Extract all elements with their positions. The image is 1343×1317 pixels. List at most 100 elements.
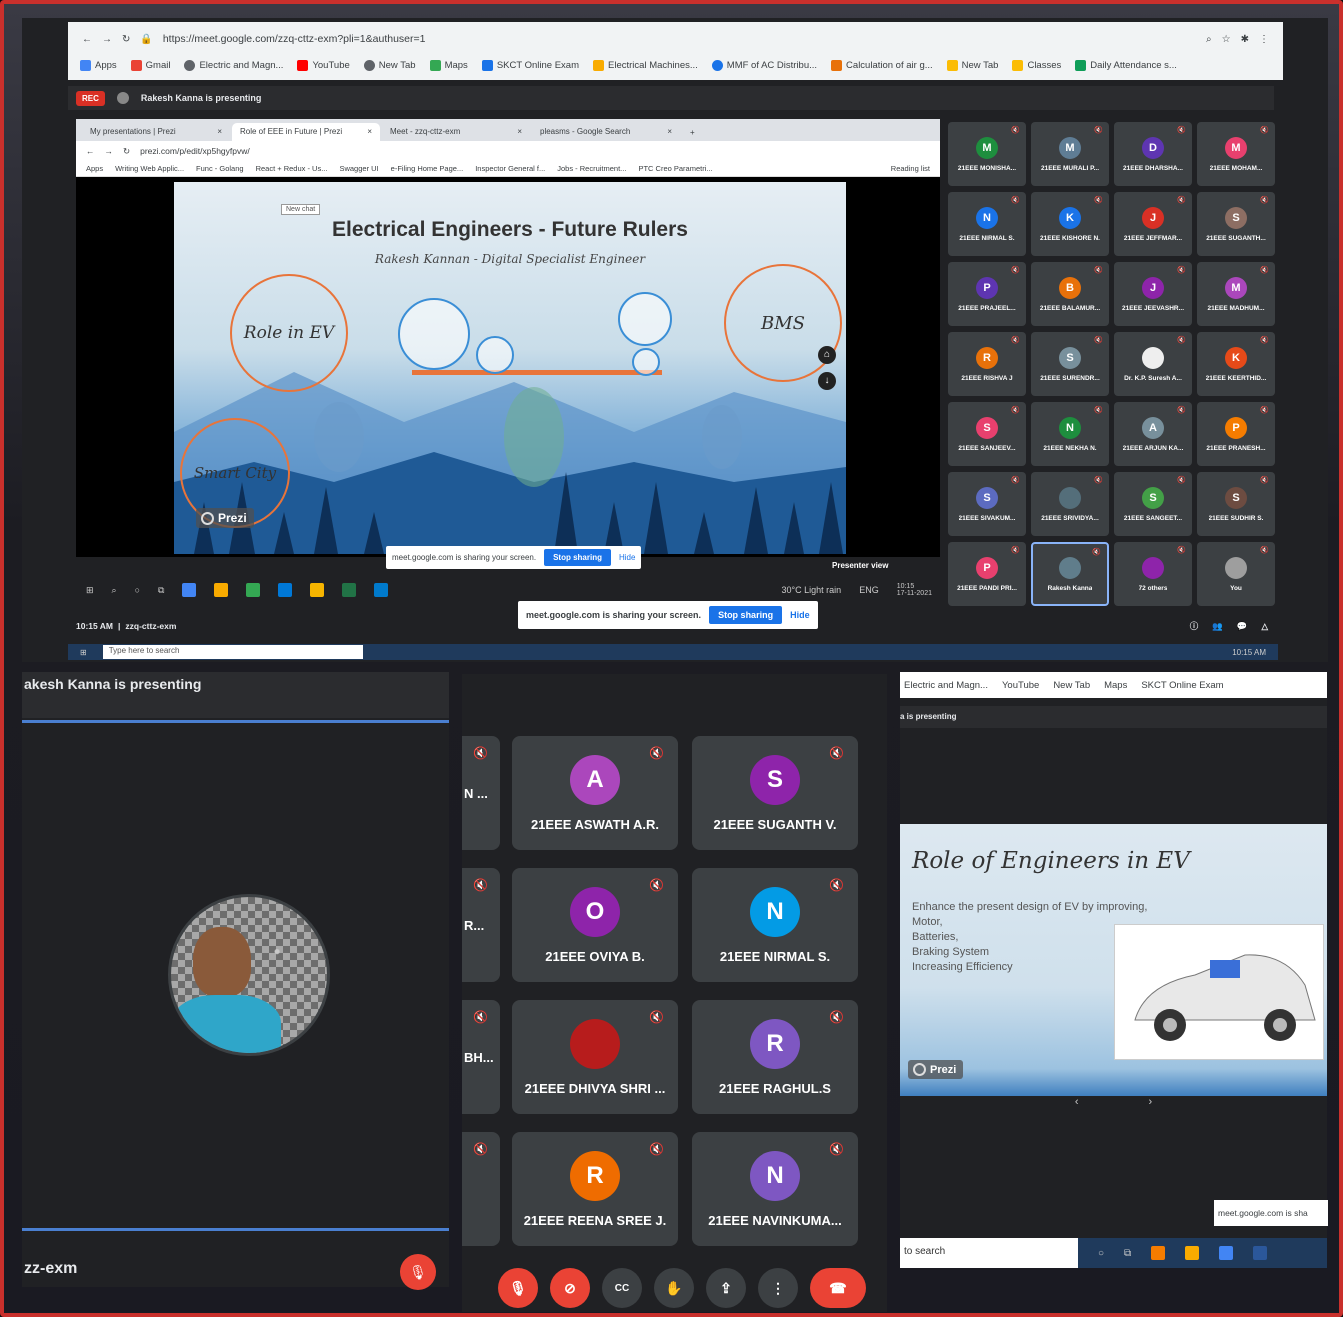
- back-icon[interactable]: ←: [82, 34, 92, 45]
- cut-off-tile[interactable]: R... 🔇: [462, 868, 500, 982]
- menu-icon[interactable]: ⋮: [1259, 34, 1269, 45]
- reload-icon[interactable]: ↻: [122, 34, 130, 45]
- participant-tile[interactable]: 🔇 D 21EEE DHARSHA...: [1114, 122, 1192, 186]
- participant-tile[interactable]: 🔇 You: [1197, 542, 1275, 606]
- more-options-button[interactable]: ⋮: [758, 1268, 798, 1308]
- topic-circle-bms[interactable]: BMS: [724, 264, 842, 382]
- stop-sharing-button[interactable]: Stop sharing: [544, 549, 611, 566]
- slide-thumbnail[interactable]: [476, 336, 514, 374]
- taskbar-search[interactable]: to search: [900, 1238, 1078, 1268]
- url-text[interactable]: https://meet.google.com/zzq-cttz-exm?pli…: [163, 33, 1196, 45]
- participant-tile[interactable]: 🔇 A 21EEE ARJUN KA...: [1114, 402, 1192, 466]
- close-icon[interactable]: ×: [217, 127, 222, 137]
- participant-tile[interactable]: 🔇 K 21EEE KEERTHID...: [1197, 332, 1275, 396]
- chrome-icon[interactable]: [182, 583, 197, 597]
- bookmark-maps[interactable]: Maps: [429, 59, 468, 71]
- bookmark-gmail[interactable]: Gmail: [130, 59, 170, 71]
- participant-tile[interactable]: 🔇 O 21EEE OVIYA B.: [512, 868, 678, 982]
- bookmark-attendance[interactable]: Daily Attendance s...: [1075, 59, 1177, 71]
- participant-tile[interactable]: 🔇 R 21EEE REENA SREE J.: [512, 1132, 678, 1246]
- presenter-view-button[interactable]: Presenter view: [832, 561, 888, 570]
- bookmark-electric[interactable]: Electric and Magn...: [184, 59, 283, 71]
- tab-my-presentations[interactable]: My presentations | Prezi ×: [82, 123, 230, 141]
- slide-thumbnail[interactable]: [618, 292, 672, 346]
- participant-tile[interactable]: 🔇 21EEE DHIVYA SHRI ...: [512, 1000, 678, 1114]
- star-icon[interactable]: ☆: [1222, 34, 1231, 45]
- forward-icon[interactable]: →: [102, 34, 112, 45]
- shared-bookmark[interactable]: Inspector General f...: [475, 164, 545, 173]
- participant-tile[interactable]: 🔇 R 21EEE RISHVA J: [948, 332, 1026, 396]
- bookmark-machines[interactable]: Electrical Machines...: [593, 59, 698, 71]
- bookmark-classes[interactable]: Classes: [1012, 59, 1061, 71]
- stop-sharing-button[interactable]: Stop sharing: [709, 606, 783, 624]
- bookmark[interactable]: YouTube: [1002, 680, 1039, 691]
- cut-off-tile[interactable]: N ... 🔇: [462, 736, 500, 850]
- participant-tile[interactable]: 🔇 P 21EEE PANDI PRI...: [948, 542, 1026, 606]
- present-button[interactable]: ⇪: [706, 1268, 746, 1308]
- participant-tile[interactable]: 🔇 S 21EEE SURENDR...: [1031, 332, 1109, 396]
- explorer-icon[interactable]: [1185, 1246, 1200, 1260]
- cortana-icon[interactable]: ○: [1098, 1248, 1104, 1259]
- slide-thumbnail[interactable]: [632, 348, 660, 376]
- forward-icon[interactable]: →: [105, 146, 114, 156]
- shared-address-bar[interactable]: ← → ↻ prezi.com/p/edit/xp5hgyfpvw/: [76, 141, 940, 161]
- bookmark-youtube[interactable]: YouTube: [297, 59, 350, 71]
- participant-tile[interactable]: 🔇 21EEE SRIVIDYA...: [1031, 472, 1109, 536]
- slide-thumbnail[interactable]: [398, 298, 470, 370]
- info-icon[interactable]: ⓘ: [1190, 620, 1199, 632]
- new-chat-button[interactable]: New chat: [281, 204, 321, 215]
- participant-tile[interactable]: 🔇 Rakesh Kanna: [1031, 542, 1109, 606]
- hide-button[interactable]: Hide: [790, 610, 810, 620]
- participant-tile[interactable]: 🔇 B 21EEE BALAMUR...: [1031, 262, 1109, 326]
- task-view-icon[interactable]: ⧉: [1124, 1248, 1131, 1259]
- sticky-notes-icon[interactable]: [310, 583, 325, 597]
- zoom-out-icon[interactable]: ↓: [818, 372, 836, 390]
- raise-hand-button[interactable]: ✋: [654, 1268, 694, 1308]
- participant-tile[interactable]: 🔇 N 21EEE NAVINKUMA...: [692, 1132, 858, 1246]
- bookmark-mmf[interactable]: MMF of AC Distribu...: [711, 59, 817, 71]
- participant-tile[interactable]: 🔇 Dr. K.P. Suresh A...: [1114, 332, 1192, 396]
- captions-button[interactable]: CC: [602, 1268, 642, 1308]
- bookmark-calculation[interactable]: Calculation of air g...: [831, 59, 933, 71]
- participant-tile[interactable]: 🔇 S 21EEE SIVAKUM...: [948, 472, 1026, 536]
- close-icon[interactable]: ×: [667, 127, 672, 137]
- tab-role-of-eee[interactable]: Role of EEE in Future | Prezi ×: [232, 123, 380, 141]
- shared-bookmark[interactable]: PTC Creo Parametri...: [638, 164, 712, 173]
- participant-tile[interactable]: 🔇 K 21EEE KISHORE N.: [1031, 192, 1109, 256]
- shared-bookmark[interactable]: Swagger UI: [339, 164, 378, 173]
- windows-icon[interactable]: ⊞: [86, 585, 94, 596]
- explorer-icon[interactable]: [214, 583, 229, 597]
- camera-toggle-button[interactable]: ⊘: [550, 1268, 590, 1308]
- windows-icon[interactable]: ⊞: [80, 648, 87, 657]
- participant-tile[interactable]: 🔇 J 21EEE JEFFMAR...: [1114, 192, 1192, 256]
- word-icon[interactable]: [1253, 1246, 1268, 1260]
- tab-meet[interactable]: Meet - zzq-cttz-exm ×: [382, 123, 530, 141]
- close-icon[interactable]: ×: [517, 127, 522, 137]
- bookmark[interactable]: SKCT Online Exam: [1141, 680, 1223, 691]
- participant-tile[interactable]: 🔇 J 21EEE JEEVASHR...: [1114, 262, 1192, 326]
- participant-tile[interactable]: 🔇 P 21EEE PRAJEEL...: [948, 262, 1026, 326]
- shared-bookmark[interactable]: React + Redux - Us...: [256, 164, 328, 173]
- bookmark-newtab[interactable]: New Tab: [363, 59, 416, 71]
- taskbar-search[interactable]: Type here to search: [102, 645, 363, 659]
- cortana-icon[interactable]: ○: [135, 585, 140, 595]
- participant-tile[interactable]: 🔇 M 21EEE MONISHA...: [948, 122, 1026, 186]
- address-bar[interactable]: ← → ↻ 🔒 https://meet.google.com/zzq-cttz…: [74, 28, 1277, 50]
- zoom-icon[interactable]: ⌕: [1206, 34, 1212, 45]
- participant-tile[interactable]: 🔇 N 21EEE NIRMAL S.: [692, 868, 858, 982]
- mic-off-button[interactable]: 🎙: [400, 1254, 436, 1290]
- excel-icon[interactable]: [342, 583, 357, 597]
- search-icon[interactable]: ⌕: [112, 585, 117, 596]
- mic-toggle-button[interactable]: 🎙: [498, 1268, 538, 1308]
- bookmark-skct[interactable]: SKCT Online Exam: [481, 59, 579, 71]
- topic-circle-role-in-ev[interactable]: Role in EV: [230, 274, 348, 392]
- participant-tile[interactable]: 🔇 P 21EEE PRANESH...: [1197, 402, 1275, 466]
- participant-tile[interactable]: 🔇 M 21EEE MADHUM...: [1197, 262, 1275, 326]
- next-slide-icon[interactable]: ›: [1149, 1096, 1153, 1112]
- close-icon[interactable]: ×: [367, 127, 372, 137]
- participant-tile[interactable]: 🔇 S 21EEE SUGANTH...: [1197, 192, 1275, 256]
- shared-bookmark[interactable]: e-Filing Home Page...: [391, 164, 464, 173]
- edge-icon[interactable]: [278, 583, 293, 597]
- cut-off-tile[interactable]: 🔇: [462, 1132, 500, 1246]
- participant-tile[interactable]: 🔇 N 21EEE NIRMAL S.: [948, 192, 1026, 256]
